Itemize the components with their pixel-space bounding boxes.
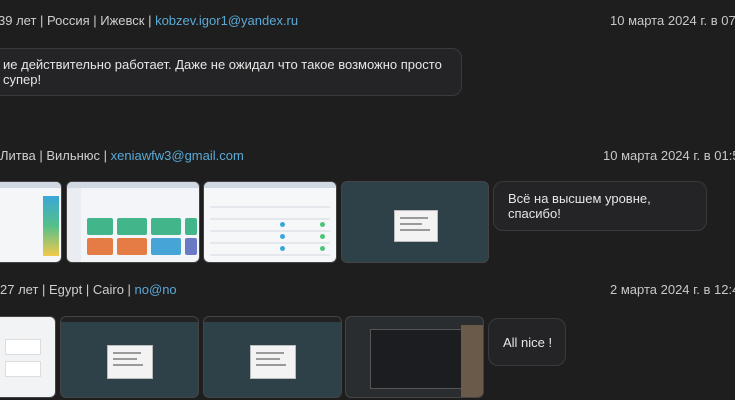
thumb-tile [87,238,113,255]
review-1-message: ие действительно работает. Даже не ожида… [0,48,462,96]
status-dot [320,234,325,239]
thumb-toolbar [0,182,61,188]
review-3-screenshot-3[interactable] [203,316,342,398]
thumb-toolbar [204,182,336,188]
review-3-email-link[interactable]: no@no [135,282,177,297]
review-2-message: Всё на высшем уровне, спасибо! [493,181,707,231]
review-3-screenshot-2[interactable] [60,316,199,398]
thumb-tile [185,218,197,235]
thumb-dialog [394,210,438,242]
thumb-card [5,361,41,377]
review-1-meta: 39 лет | Россия | Ижевск | kobzev.igor1@… [0,13,298,28]
review-1-message-text: ие действительно работает. Даже не ожида… [3,57,442,87]
status-dot [320,246,325,251]
thumb-toolbar [67,182,199,188]
review-2-screenshot-2[interactable] [66,181,200,263]
review-2-screenshot-3[interactable] [203,181,337,263]
thumb-tile [151,238,181,255]
review-3-author-info: 27 лет | Egypt | Cairo | [0,282,131,297]
review-2-date: 10 марта 2024 г. в 01:58 [603,148,735,163]
review-2-meta: Литва | Вильнюс | xeniawfw3@gmail.com [0,148,244,163]
status-dot [280,246,285,251]
review-2-screenshot-1[interactable] [0,181,62,263]
thumb-tile [117,218,147,235]
status-dot [280,234,285,239]
review-3-date: 2 марта 2024 г. в 12:48 [610,282,735,297]
review-2-screenshot-4[interactable] [341,181,489,263]
review-3-meta: 27 лет | Egypt | Cairo | no@no [0,282,177,297]
thumb-row [210,242,330,244]
status-dot [320,222,325,227]
review-3-screenshot-4[interactable] [345,316,484,398]
thumb-row [210,206,330,208]
status-dot [280,222,285,227]
review-1-author-info: 39 лет | Россия | Ижевск | [0,13,152,28]
thumb-row [210,218,330,220]
thumb-toolbar [204,317,341,322]
thumb-dialog [107,345,153,379]
review-2-message-text: Всё на высшем уровне, спасибо! [508,191,651,221]
thumb-row [210,230,330,232]
review-2-author-info: Литва | Вильнюс | [0,148,108,163]
thumb-tile [151,218,181,235]
review-2-email-link[interactable]: xeniawfw3@gmail.com [111,148,244,163]
review-3-message: All nice ! [488,318,566,366]
thumb-chart [43,196,59,256]
thumb-sidebar [67,188,81,262]
thumb-card [5,339,41,355]
thumb-dialog [250,345,296,379]
thumb-tile [87,218,113,235]
thumb-tile [185,238,197,255]
thumb-photo-strip [461,325,483,397]
review-1-email-link[interactable]: kobzev.igor1@yandex.ru [155,13,298,28]
thumb-row [210,254,330,256]
thumb-toolbar [61,317,198,322]
review-3-screenshot-1[interactable] [0,316,56,398]
thumb-terminal-pane [370,329,464,389]
review-3-message-text: All nice ! [503,334,553,350]
thumb-tile [117,238,147,255]
review-1-date: 10 марта 2024 г. в 07:2 [610,13,735,28]
